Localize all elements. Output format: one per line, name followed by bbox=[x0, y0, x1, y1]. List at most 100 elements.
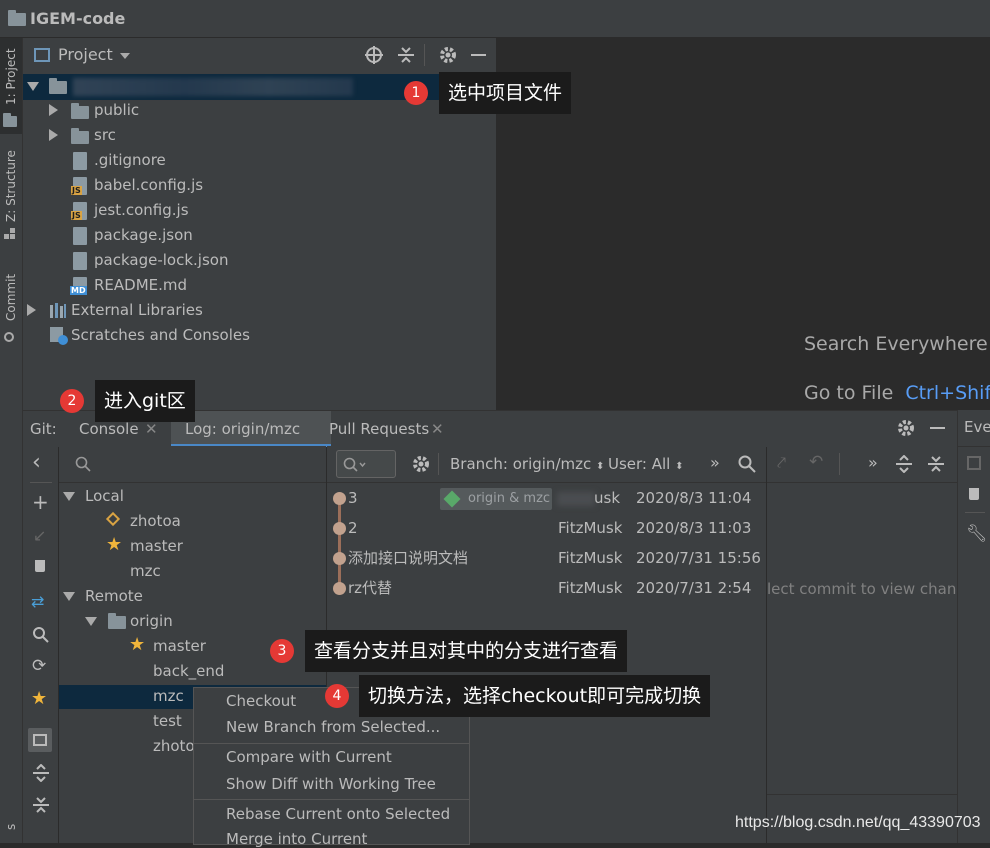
branch-filter[interactable]: Branch: origin/mzc ⬍ bbox=[450, 455, 604, 473]
commit-message[interactable]: 添加接口说明文档 bbox=[348, 546, 468, 571]
branch-item[interactable]: test bbox=[153, 709, 182, 734]
tab-event-log[interactable]: Eve bbox=[964, 418, 990, 436]
expand-icon[interactable] bbox=[63, 592, 75, 601]
tree-item[interactable]: package-lock.json bbox=[94, 248, 228, 273]
star-icon[interactable]: ★ bbox=[31, 688, 47, 709]
collapse-all-icon[interactable] bbox=[397, 46, 415, 64]
menu-item-checkout[interactable]: Checkout bbox=[226, 692, 296, 710]
tab-commit[interactable]: Commit bbox=[1, 274, 21, 326]
expand-icon[interactable] bbox=[85, 617, 97, 626]
search-icon[interactable] bbox=[32, 626, 50, 644]
mark-read-icon[interactable] bbox=[967, 456, 981, 470]
search-everywhere-hint: Search Everywhere bbox=[804, 333, 988, 355]
branch-tag-label: origin & mzc bbox=[468, 491, 551, 506]
commit-date: 2020/8/3 11:04 bbox=[636, 489, 752, 507]
branch-item[interactable]: mzc bbox=[153, 684, 184, 709]
expand-icon[interactable] bbox=[27, 82, 39, 91]
log-search-input[interactable] bbox=[336, 450, 396, 478]
tree-item[interactable]: package.json bbox=[94, 223, 193, 248]
expand-all-icon[interactable] bbox=[895, 455, 913, 473]
tab-console[interactable]: Console bbox=[79, 420, 139, 438]
expand-all-icon[interactable] bbox=[32, 764, 50, 782]
commit-author: FitzMusk bbox=[558, 519, 623, 537]
commit-date: 2020/7/31 15:56 bbox=[636, 549, 761, 567]
commit-message[interactable]: 3 bbox=[348, 486, 358, 511]
branch-item[interactable]: master bbox=[130, 534, 183, 559]
collapse-all-icon[interactable] bbox=[32, 796, 50, 814]
more-icon[interactable]: » bbox=[868, 453, 878, 472]
tab-pull-requests[interactable]: Pull Requests bbox=[329, 420, 429, 438]
commit-graph-line bbox=[338, 498, 341, 588]
collapse-all-icon[interactable] bbox=[927, 455, 945, 473]
update-icon[interactable]: ↙ bbox=[33, 526, 46, 545]
branch-group-remote[interactable]: Remote bbox=[85, 584, 143, 609]
tab-structure[interactable]: Z: Structure bbox=[1, 150, 21, 226]
callout-badge-1: 1 bbox=[404, 81, 428, 105]
group-by-icon[interactable] bbox=[28, 728, 52, 752]
commit-message[interactable]: 2 bbox=[348, 516, 358, 541]
add-icon[interactable]: + bbox=[32, 492, 49, 512]
branch-item[interactable]: mzc bbox=[130, 559, 161, 584]
json-file-icon bbox=[73, 227, 87, 245]
git-side-toolbar: ‹ + ↙ ⇄ ⟳ ★ bbox=[23, 446, 58, 843]
branch-item[interactable]: master bbox=[153, 634, 206, 659]
minimize-icon[interactable] bbox=[471, 54, 486, 56]
more-icon[interactable]: » bbox=[710, 453, 720, 472]
delete-icon[interactable] bbox=[969, 488, 979, 500]
locate-icon[interactable] bbox=[365, 46, 383, 64]
commit-node bbox=[333, 492, 346, 505]
callout-badge-3: 3 bbox=[270, 639, 294, 663]
branch-group-origin[interactable]: origin bbox=[130, 609, 173, 634]
menu-item-show-diff[interactable]: Show Diff with Working Tree bbox=[226, 775, 436, 793]
gear-icon[interactable] bbox=[439, 46, 457, 64]
tree-item[interactable]: src bbox=[94, 123, 116, 148]
refresh-icon[interactable]: ⟳ bbox=[32, 656, 46, 676]
minimize-icon[interactable] bbox=[930, 427, 945, 429]
chevron-down-icon[interactable] bbox=[120, 53, 130, 59]
search-icon[interactable] bbox=[738, 455, 756, 473]
tree-item[interactable]: .gitignore bbox=[94, 148, 166, 173]
branch-item[interactable]: zhoto bbox=[153, 734, 195, 759]
commit-details-panel: ⤤ ↶ » lect commit to view chang bbox=[767, 446, 957, 843]
tab-log[interactable]: Log: origin/mzc bbox=[185, 420, 300, 438]
commit-author: FitzMusk bbox=[558, 579, 623, 597]
menu-item-new-branch[interactable]: New Branch from Selected... bbox=[226, 718, 440, 736]
chevron-left-icon[interactable]: ‹ bbox=[32, 452, 41, 474]
gear-icon[interactable] bbox=[412, 455, 430, 473]
compare-icon[interactable]: ⇄ bbox=[31, 592, 44, 611]
tab-bottom[interactable]: s bbox=[1, 824, 21, 842]
close-icon[interactable]: ✕ bbox=[145, 420, 158, 438]
delete-icon[interactable] bbox=[35, 560, 45, 572]
cherry-pick-icon[interactable]: ⤤ bbox=[777, 453, 786, 473]
callout-note-4: 切换方法，选择checkout即可完成切换 bbox=[359, 675, 711, 717]
commit-node bbox=[333, 522, 346, 535]
commit-author: FitzMusk bbox=[558, 549, 623, 567]
tree-item[interactable]: Scratches and Consoles bbox=[71, 323, 250, 348]
project-panel-title[interactable]: Project bbox=[58, 45, 113, 64]
expand-icon[interactable] bbox=[27, 304, 36, 316]
branch-group-local[interactable]: Local bbox=[85, 484, 124, 509]
close-icon[interactable]: ✕ bbox=[431, 420, 444, 438]
tree-item[interactable]: README.md bbox=[94, 273, 187, 298]
tree-item[interactable]: babel.config.js bbox=[94, 173, 203, 198]
tab-project[interactable]: 1: Project bbox=[1, 48, 21, 108]
js-file-icon: JS bbox=[71, 202, 87, 220]
branch-item[interactable]: back_end bbox=[153, 659, 224, 684]
menu-item-merge[interactable]: Merge into Current bbox=[226, 830, 367, 848]
gear-icon[interactable] bbox=[897, 419, 915, 437]
wrench-icon[interactable]: 🔧︎ bbox=[966, 524, 988, 544]
tree-item[interactable]: External Libraries bbox=[71, 298, 203, 323]
expand-icon[interactable] bbox=[63, 492, 75, 501]
callout-note-2: 进入git区 bbox=[95, 380, 195, 422]
menu-item-rebase[interactable]: Rebase Current onto Selected bbox=[226, 805, 450, 823]
menu-item-compare[interactable]: Compare with Current bbox=[226, 748, 392, 766]
undo-icon[interactable]: ↶ bbox=[809, 452, 823, 472]
tree-item[interactable]: jest.config.js bbox=[94, 198, 189, 223]
user-filter[interactable]: User: All ⬍ bbox=[608, 455, 684, 473]
expand-icon[interactable] bbox=[49, 129, 58, 141]
branch-search-field[interactable] bbox=[59, 446, 326, 483]
expand-icon[interactable] bbox=[49, 104, 58, 116]
commit-message[interactable]: rz代替 bbox=[348, 576, 392, 601]
tree-item[interactable]: public bbox=[94, 98, 139, 123]
branch-item[interactable]: zhotoa bbox=[130, 509, 181, 534]
